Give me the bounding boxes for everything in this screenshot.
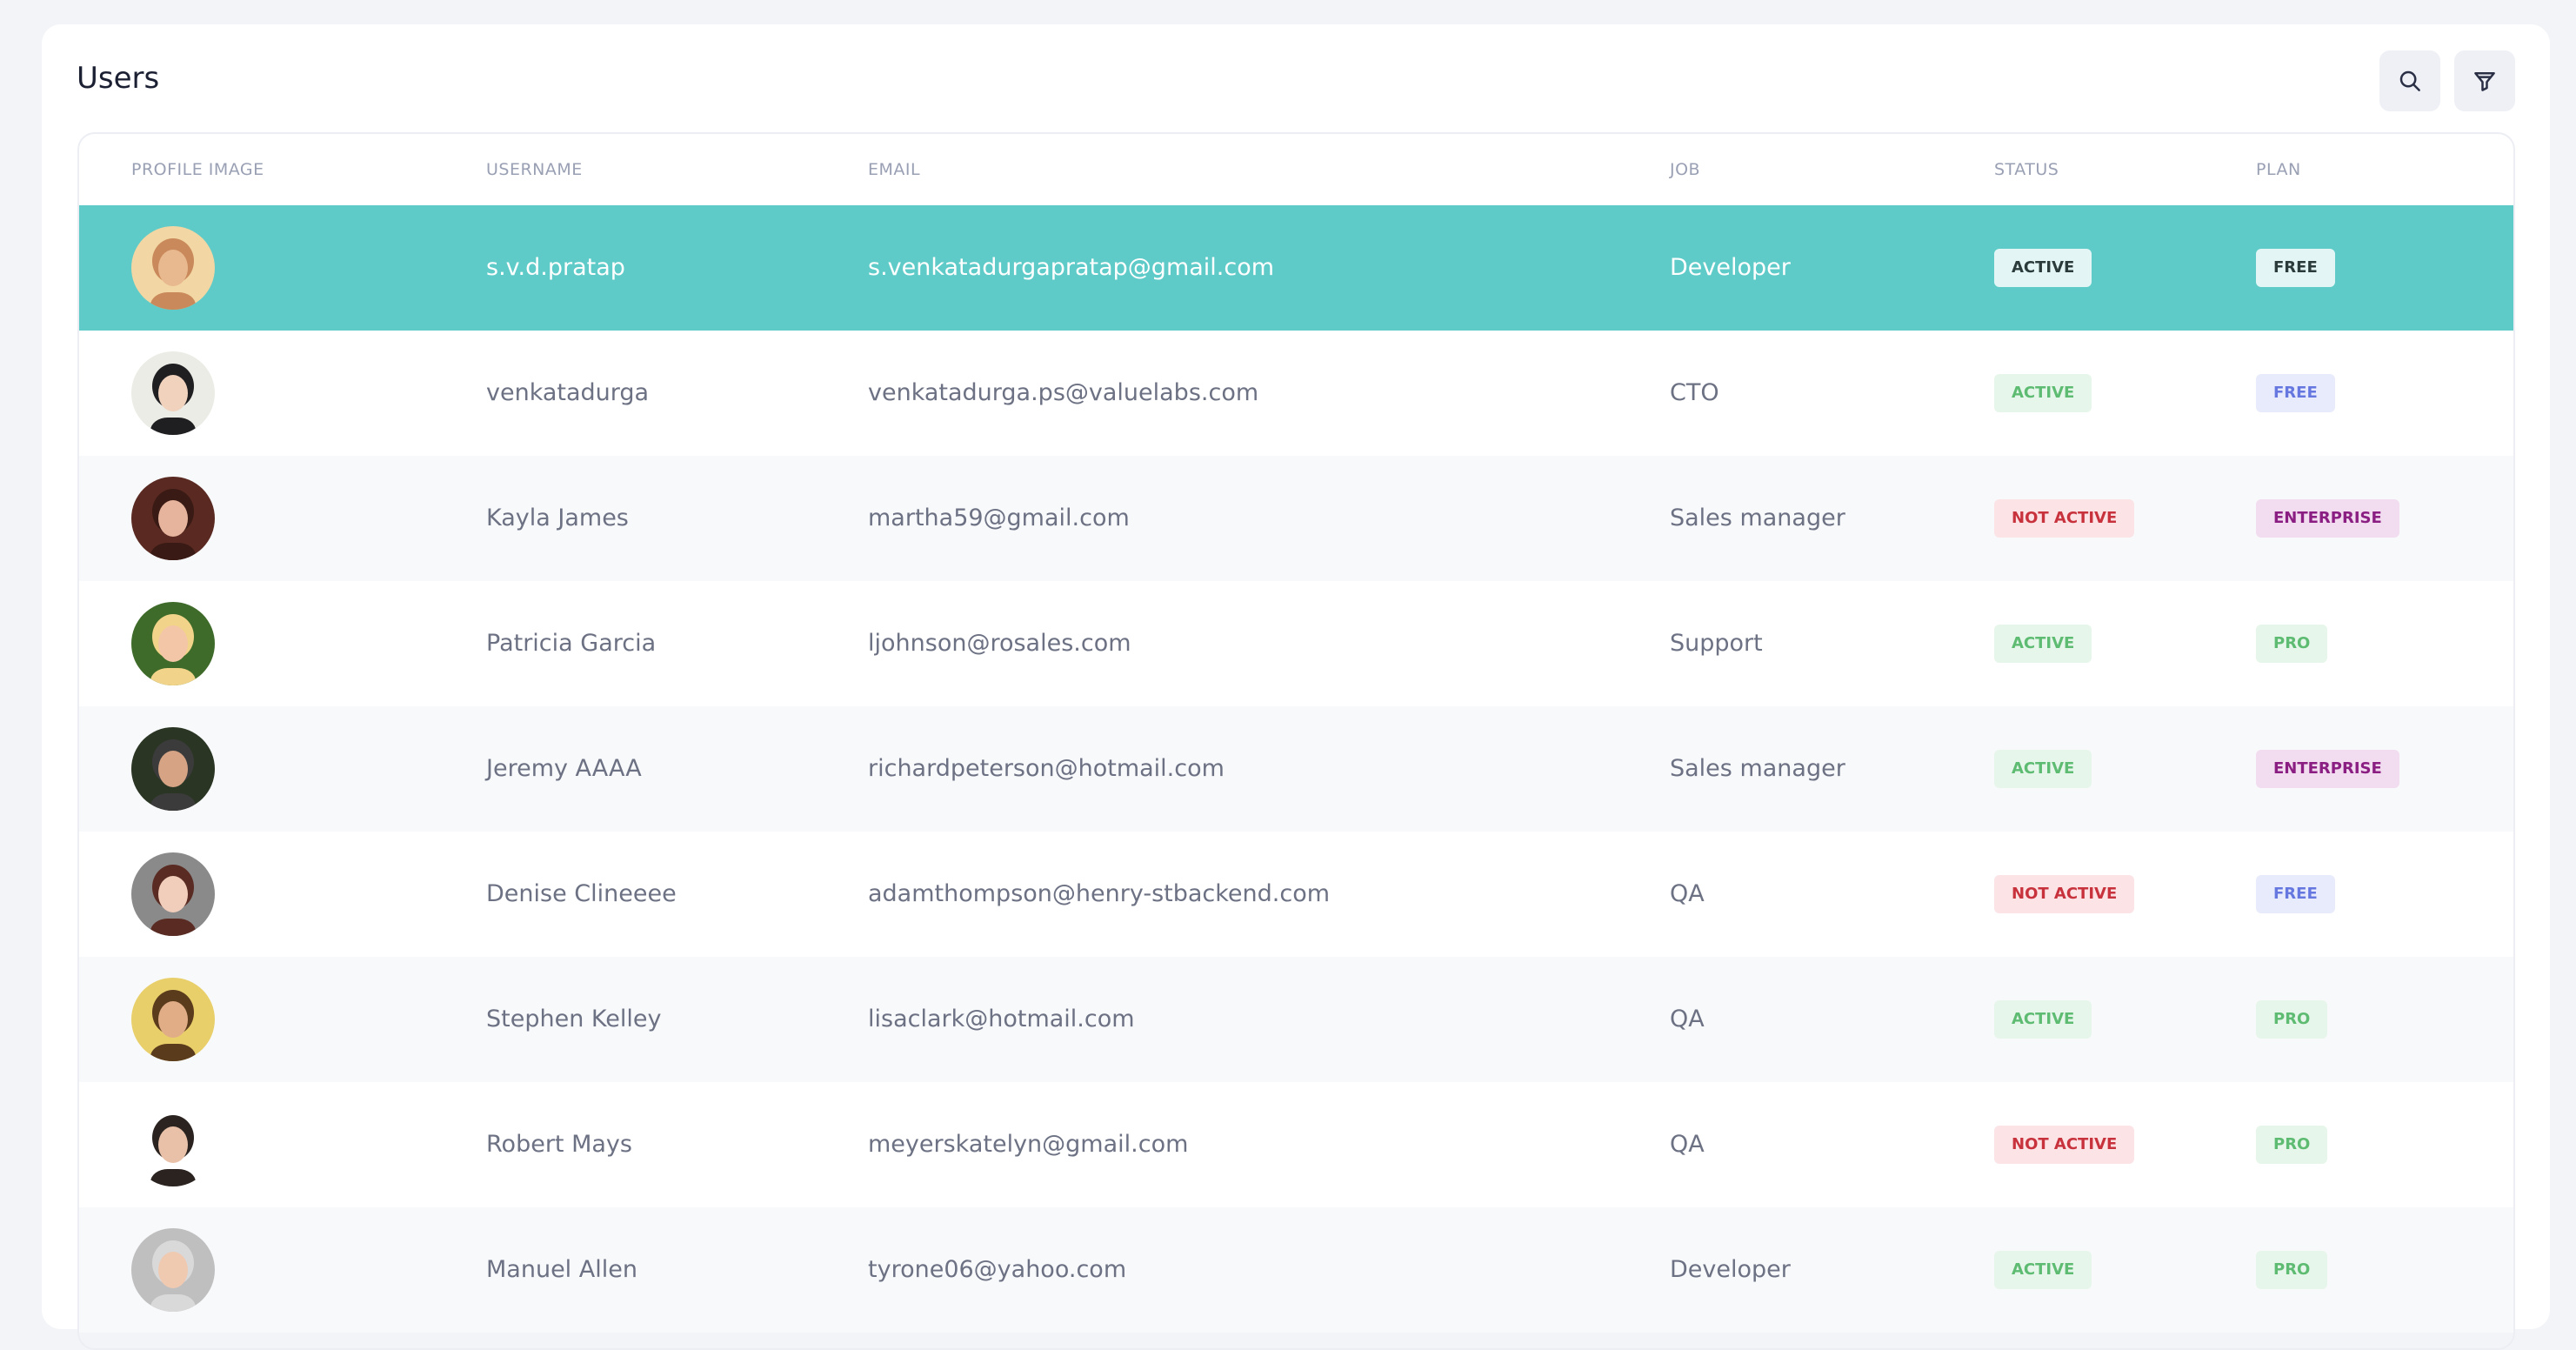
table-row[interactable]: Kayla James martha59@gmail.com Sales manag… xyxy=(79,456,2513,581)
avatar xyxy=(131,852,215,936)
job-cell: CTO xyxy=(1670,379,1719,406)
table-row[interactable]: Denise Clineeee adamthompson@henry-stback… xyxy=(79,832,2513,957)
job-cell: Support xyxy=(1670,630,1763,657)
column-header-profile-image[interactable]: PROFILE IMAGE xyxy=(131,134,264,205)
column-header-username[interactable]: USERNAME xyxy=(486,134,583,205)
username-cell: Robert Mays xyxy=(486,1131,632,1158)
username-cell: Kayla James xyxy=(486,505,629,531)
email-cell: meyerskatelyn@gmail.com xyxy=(868,1131,1189,1158)
status-badge: ACTIVE xyxy=(1994,1000,2092,1039)
username-cell: Manuel Allen xyxy=(486,1256,637,1283)
job-cell: Sales manager xyxy=(1670,505,1845,531)
username-cell: Stephen Kelley xyxy=(486,1006,662,1033)
column-header-status[interactable]: STATUS xyxy=(1994,134,2059,205)
table-row[interactable]: venkatadurga venkatadurga.ps@valuelabs.co… xyxy=(79,331,2513,456)
avatar xyxy=(131,351,215,435)
avatar xyxy=(131,978,215,1061)
plan-badge: FREE xyxy=(2256,875,2335,913)
avatar xyxy=(131,1103,215,1186)
email-cell: s.venkatadurgapratap@gmail.com xyxy=(868,254,1275,281)
status-badge: ACTIVE xyxy=(1994,374,2092,412)
plan-badge: PRO xyxy=(2256,1126,2328,1164)
username-cell: venkatadurga xyxy=(486,379,650,406)
email-cell: martha59@gmail.com xyxy=(868,505,1130,531)
page-title: Users xyxy=(77,61,160,96)
email-cell: lisaclark@hotmail.com xyxy=(868,1006,1135,1033)
status-badge: ACTIVE xyxy=(1994,1251,2092,1289)
status-badge: ACTIVE xyxy=(1994,750,2092,788)
email-cell: adamthompson@henry-stbackend.com xyxy=(868,880,1331,907)
username-cell: Denise Clineeee xyxy=(486,880,677,907)
email-cell: ljohnson@rosales.com xyxy=(868,630,1131,657)
username-cell: s.v.d.pratap xyxy=(486,254,625,281)
column-header-plan[interactable]: PLAN xyxy=(2256,134,2301,205)
avatar xyxy=(131,477,215,560)
status-badge: NOT ACTIVE xyxy=(1994,875,2135,913)
filter-button[interactable] xyxy=(2454,50,2515,111)
job-cell: QA xyxy=(1670,880,1705,907)
job-cell: QA xyxy=(1670,1131,1705,1158)
table-header: PROFILE IMAGE USERNAME EMAIL JOB STATUS … xyxy=(79,134,2513,205)
plan-badge: FREE xyxy=(2256,374,2335,412)
search-icon xyxy=(2399,70,2420,91)
table-row[interactable]: Jeremy AAAA richardpeterson@hotmail.com Sa… xyxy=(79,706,2513,832)
plan-badge: PRO xyxy=(2256,1251,2328,1289)
table-row[interactable]: Stephen Kelley lisaclark@hotmail.com QA ACT… xyxy=(79,957,2513,1082)
avatar xyxy=(131,602,215,685)
username-cell: Patricia Garcia xyxy=(486,630,657,657)
column-header-email[interactable]: EMAIL xyxy=(868,134,920,205)
users-card: Users PROFILE IMAGE USERNAME EMAIL JOB S… xyxy=(42,24,2550,1350)
avatar xyxy=(131,226,215,310)
plan-badge: FREE xyxy=(2256,249,2335,287)
avatar xyxy=(131,1228,215,1312)
email-cell: richardpeterson@hotmail.com xyxy=(868,755,1225,782)
table-row[interactable]: Manuel Allen tyrone06@yahoo.com Developer A… xyxy=(79,1207,2513,1333)
status-badge: ACTIVE xyxy=(1994,249,2092,287)
table-row[interactable]: Robert Mays meyerskatelyn@gmail.com QA NOT … xyxy=(79,1082,2513,1207)
column-header-job[interactable]: JOB xyxy=(1670,134,1700,205)
job-cell: Sales manager xyxy=(1670,755,1845,782)
plan-badge: PRO xyxy=(2256,625,2328,663)
plan-badge: PRO xyxy=(2256,1000,2328,1039)
status-badge: ACTIVE xyxy=(1994,625,2092,663)
email-cell: venkatadurga.ps@valuelabs.com xyxy=(868,379,1259,406)
search-button[interactable] xyxy=(2379,50,2440,111)
username-cell: Jeremy AAAA xyxy=(486,755,642,782)
filter-icon xyxy=(2474,72,2495,91)
avatar xyxy=(131,727,215,811)
plan-badge: ENTERPRISE xyxy=(2256,750,2399,788)
job-cell: Developer xyxy=(1670,1256,1791,1283)
job-cell: QA xyxy=(1670,1006,1705,1033)
status-badge: NOT ACTIVE xyxy=(1994,499,2135,538)
status-badge: NOT ACTIVE xyxy=(1994,1126,2135,1164)
users-table: PROFILE IMAGE USERNAME EMAIL JOB STATUS … xyxy=(77,132,2515,1350)
plan-badge: ENTERPRISE xyxy=(2256,499,2399,538)
table-row[interactable]: s.v.d.pratap s.venkatadurgapratap@gmail.c… xyxy=(79,205,2513,331)
job-cell: Developer xyxy=(1670,254,1791,281)
email-cell: tyrone06@yahoo.com xyxy=(868,1256,1127,1283)
table-row[interactable]: Patricia Garcia ljohnson@rosales.com Suppo… xyxy=(79,581,2513,706)
